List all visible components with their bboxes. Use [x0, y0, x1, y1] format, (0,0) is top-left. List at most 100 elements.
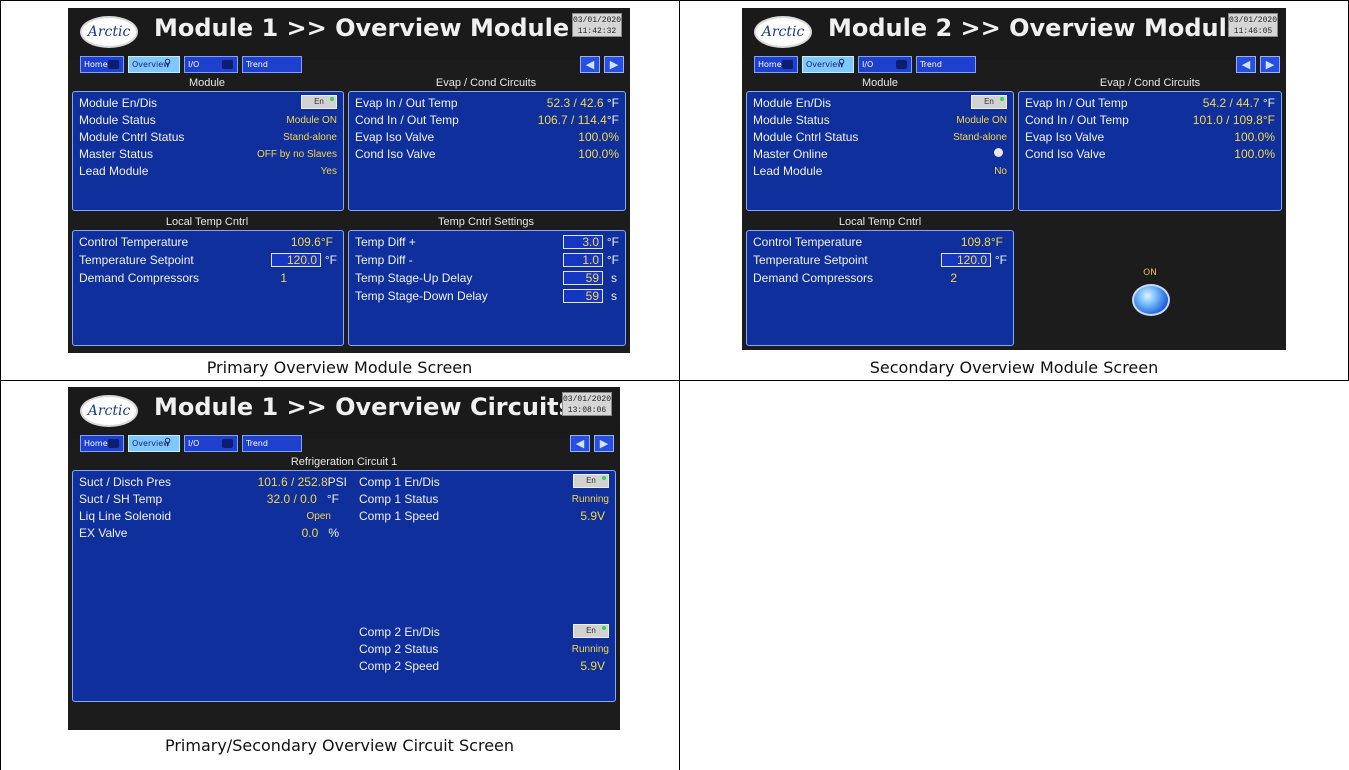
home-icon [108, 439, 119, 448]
section-title-circuit: Refrigeration Circuit 1 [290, 456, 398, 468]
row-value: 100.0% [578, 147, 619, 161]
row-label: Evap In / Out Temp [355, 96, 458, 110]
section-title-module: Module [861, 77, 899, 89]
row-label: Cond In / Out Temp [355, 113, 459, 127]
nav-home-button[interactable]: Home [80, 435, 124, 452]
date-text: 03/01/2020 [1229, 16, 1278, 25]
row-value: 5.9V [580, 509, 605, 523]
setpoint-input[interactable]: 120.0 [941, 253, 991, 267]
home-icon [108, 60, 119, 69]
row-unit: °F [324, 253, 337, 267]
screen-title: Module 1 >> Overview Module [154, 14, 570, 42]
row-unit: s [611, 289, 617, 303]
row-value: Stand-alone [283, 132, 337, 143]
on-button[interactable] [1132, 284, 1170, 316]
datetime-display: 03/01/2020 11:42:32 [572, 13, 622, 37]
enable-button[interactable]: En [573, 624, 609, 638]
enable-label: En [984, 97, 994, 106]
time-text: 11:46:05 [1233, 27, 1273, 36]
nav-home-button[interactable]: Home [80, 56, 124, 73]
figure-caption: Primary/Secondary Overview Circuit Scree… [164, 736, 515, 755]
row-label: Demand Compressors [79, 271, 200, 285]
online-indicator-icon [994, 148, 1003, 157]
nav-io-button[interactable]: I/O [184, 56, 238, 73]
io-icon [222, 60, 233, 69]
row-value: 32.0 / 0.0 °F [267, 492, 339, 506]
datetime-display: 03/01/2020 13:08:06 [562, 392, 612, 416]
nav-home-button[interactable]: Home [754, 56, 798, 73]
local-row: Temperature Setpoint 120.0 °F [753, 253, 1007, 267]
evap-row: Cond Iso Valve 100.0% [355, 147, 619, 161]
local-row: Control Temperature 109.8°F [753, 235, 1007, 249]
forward-arrow-button[interactable]: ▶ [594, 435, 614, 452]
cell-overview-circuit: Arctic Module 1 >> Overview Circuits 03/… [0, 381, 679, 770]
row-label: Cond Iso Valve [1025, 147, 1106, 161]
module-row: Module Cntrl Status Stand-alone [753, 130, 1007, 144]
row-unit: °F [326, 492, 339, 506]
circuit-row: EX Valve 0.0 % [79, 526, 347, 540]
nav-label: Home [84, 439, 108, 448]
nav-overview-button[interactable]: Overview ⚲ [128, 435, 180, 452]
circuit-right-column: Comp 1 En/Dis En Comp 1 Status Running Com… [353, 471, 615, 701]
row-label: Comp 1 Status [359, 492, 439, 506]
module-row: Lead Module Yes [79, 164, 337, 178]
row-unit: % [328, 526, 339, 540]
home-icon [782, 60, 793, 69]
local-row: Control Temperature 109.6°F [79, 235, 337, 249]
row-label: Demand Compressors [753, 271, 874, 285]
arrow-left-icon: ◀ [1241, 58, 1251, 71]
enable-button[interactable]: En [573, 474, 609, 488]
row-value: 2 [950, 271, 957, 285]
circuit-panel: Suct / Disch Pres 101.6 / 252.8PSI Suct /… [72, 470, 616, 702]
setting-input[interactable]: 1.0 [563, 253, 603, 267]
enable-button[interactable]: En [301, 95, 337, 109]
module-row: Lead Module No [753, 164, 1007, 178]
nav-io-button[interactable]: I/O [858, 56, 912, 73]
datetime-display: 03/01/2020 11:46:05 [1228, 13, 1278, 37]
row-unit: s [611, 271, 617, 285]
settings-row: Temp Stage-Down Delay 59 s [355, 289, 619, 303]
setpoint-input[interactable]: 120.0 [271, 253, 321, 267]
row-label: Temp Stage-Up Delay [355, 271, 473, 285]
settings-row: Temp Diff - 1.0 °F [355, 253, 619, 267]
nav-overview-button[interactable]: Overview ⚲ [128, 56, 180, 73]
module-row: Module Status Module ON [79, 113, 337, 127]
evap-row: Cond In / Out Temp 101.0 / 109.8°F [1025, 113, 1275, 127]
nav-trend-button[interactable]: Trend [916, 56, 976, 73]
nav-overview-button[interactable]: Overview ⚲ [802, 56, 854, 73]
row-value-text: 0.0 [301, 526, 319, 540]
circuit-row: Suct / SH Temp 32.0 / 0.0 °F [79, 492, 347, 506]
row-value: 5.9V [580, 659, 605, 673]
setting-input[interactable]: 59 [563, 289, 603, 303]
circuit-row: Suct / Disch Pres 101.6 / 252.8PSI [79, 475, 347, 489]
row-label: Liq Line Solenoid [79, 509, 172, 523]
setting-input[interactable]: 3.0 [563, 235, 603, 249]
back-arrow-button[interactable]: ◀ [1236, 56, 1256, 73]
row-label: Suct / Disch Pres [79, 475, 172, 489]
enable-button[interactable]: En [971, 95, 1007, 109]
back-arrow-button[interactable]: ◀ [580, 56, 600, 73]
setting-input[interactable]: 59 [563, 271, 603, 285]
enable-label: En [314, 97, 324, 106]
circuit-row: Liq Line Solenoid Open [79, 509, 347, 523]
nav-io-button[interactable]: I/O [184, 435, 238, 452]
arctic-logo: Arctic [754, 16, 812, 48]
nav-trend-button[interactable]: Trend [242, 435, 302, 452]
nav-trend-button[interactable]: Trend [242, 56, 302, 73]
forward-arrow-button[interactable]: ▶ [1260, 56, 1280, 73]
row-label: Control Temperature [79, 235, 189, 249]
row-label: Comp 2 Status [359, 642, 439, 656]
row-label: EX Valve [79, 526, 128, 540]
local-row: Demand Compressors 2 [753, 271, 1007, 285]
row-label: Evap Iso Valve [355, 130, 435, 144]
section-title-local-temp: Local Temp Cntrl [838, 216, 922, 228]
magnifier-icon: ⚲ [164, 58, 172, 69]
row-value: Module ON [956, 115, 1007, 126]
forward-arrow-button[interactable]: ▶ [604, 56, 624, 73]
back-arrow-button[interactable]: ◀ [570, 435, 590, 452]
module-row: Module Status Module ON [753, 113, 1007, 127]
evap-row: Cond In / Out Temp 106.7 / 114.4°F [355, 113, 619, 127]
module-panel: Module En/Dis En Module Status Module ON M… [746, 91, 1014, 211]
section-title-temp-settings: Temp Cntrl Settings [438, 216, 534, 228]
row-unit: °F [1262, 96, 1275, 110]
